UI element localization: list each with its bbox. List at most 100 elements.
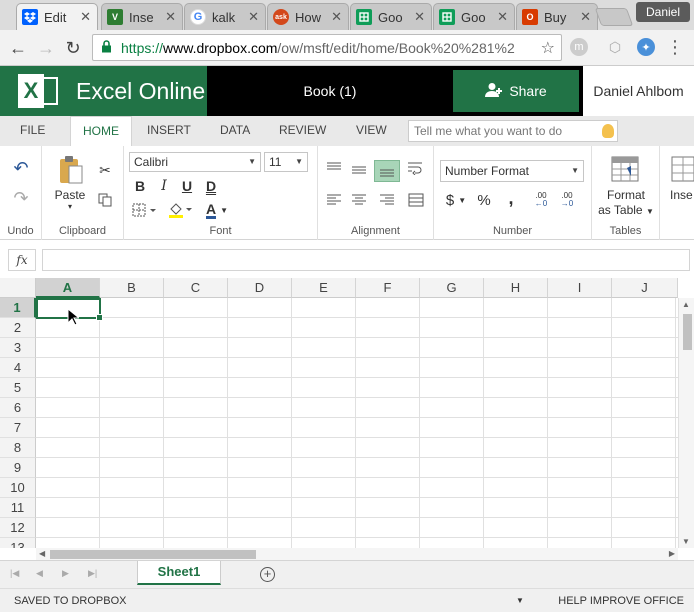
row-header[interactable]: 7 — [0, 418, 36, 438]
row-header[interactable]: 3 — [0, 338, 36, 358]
sheet-tab[interactable]: Sheet1 — [137, 561, 221, 585]
column-header[interactable]: J — [612, 278, 678, 298]
insert-button-label[interactable]: Inse — [670, 188, 694, 202]
increase-decimal-button[interactable]: .00 ←0 — [528, 190, 554, 210]
tab-insert[interactable]: INSERT — [135, 116, 203, 146]
first-sheet-icon[interactable]: |◀ — [10, 568, 19, 579]
underline-button[interactable]: U — [177, 176, 197, 196]
scroll-up-icon[interactable]: ▲ — [682, 300, 690, 309]
reload-icon[interactable]: ↻ — [63, 38, 83, 58]
horizontal-scrollbar[interactable]: ◀ ▶ — [36, 548, 678, 560]
browser-tab-kalk[interactable]: G kalk ✕ — [184, 3, 266, 30]
row-header[interactable]: 1 — [0, 298, 36, 318]
format-as-table-button[interactable]: as Table ▼ — [594, 203, 658, 217]
undo-icon[interactable]: ↶ — [11, 158, 31, 178]
help-improve-office-link[interactable]: HELP IMPROVE OFFICE — [558, 595, 684, 607]
paste-icon[interactable] — [56, 154, 86, 186]
browser-tab-goo-1[interactable]: Goo ✕ — [350, 3, 432, 30]
close-tab-icon[interactable]: ✕ — [165, 9, 176, 25]
currency-format-button[interactable]: $ ▼ — [442, 190, 470, 210]
dropbox-extension-icon[interactable]: ⬡ — [606, 38, 624, 56]
profile-button[interactable]: Daniel — [636, 2, 690, 22]
bookmark-star-icon[interactable]: ☆ — [541, 38, 555, 58]
last-sheet-icon[interactable]: ▶| — [88, 568, 97, 579]
share-button[interactable]: Share — [453, 70, 579, 112]
tab-home[interactable]: HOME — [70, 116, 132, 147]
close-tab-icon[interactable]: ✕ — [248, 9, 259, 25]
copy-icon[interactable] — [95, 190, 115, 210]
next-sheet-icon[interactable]: ▶ — [62, 568, 69, 579]
font-color-icon[interactable]: A ▼ — [202, 200, 232, 220]
document-title[interactable]: Book (1) — [207, 66, 453, 116]
row-header[interactable]: 2 — [0, 318, 36, 338]
font-size-select[interactable]: 11 ▼ — [264, 152, 308, 172]
vertical-scrollbar[interactable]: ▲ ▼ — [678, 298, 694, 548]
cell-area[interactable] — [36, 298, 678, 548]
select-all-corner[interactable] — [0, 278, 36, 298]
close-tab-icon[interactable]: ✕ — [331, 9, 342, 25]
align-right-icon[interactable] — [377, 190, 397, 210]
chevron-down-icon[interactable]: ▼ — [516, 596, 524, 605]
insert-cells-icon[interactable] — [670, 154, 694, 184]
align-top-icon[interactable] — [324, 158, 344, 178]
add-sheet-icon[interactable]: + — [260, 567, 275, 582]
browser-tab-buy[interactable]: O Buy ✕ — [516, 3, 598, 30]
column-header[interactable]: G — [420, 278, 484, 298]
browser-tab-goo-2[interactable]: Goo ✕ — [433, 3, 515, 30]
browser-tab-inse[interactable]: V Inse ✕ — [101, 3, 183, 30]
close-tab-icon[interactable]: ✕ — [497, 9, 508, 25]
number-format-select[interactable]: Number Format ▼ — [440, 160, 584, 182]
redo-icon[interactable]: ↷ — [11, 188, 31, 208]
forward-arrow-icon[interactable]: → — [36, 38, 56, 58]
decrease-decimal-button[interactable]: .00 →0 — [554, 190, 580, 210]
row-header[interactable]: 6 — [0, 398, 36, 418]
align-middle-icon[interactable] — [349, 160, 369, 180]
column-header[interactable]: B — [100, 278, 164, 298]
browser-menu-icon[interactable]: ⋮ — [666, 36, 684, 58]
wrap-text-icon[interactable] — [406, 158, 426, 178]
double-underline-button[interactable]: D — [201, 176, 221, 196]
column-header[interactable]: H — [484, 278, 548, 298]
align-center-icon[interactable] — [349, 190, 369, 210]
prev-sheet-icon[interactable]: ◀ — [36, 568, 43, 579]
borders-icon[interactable] — [130, 200, 160, 220]
address-bar[interactable]: https://www.dropbox.com/ow/msft/edit/hom… — [92, 34, 562, 61]
new-tab-button[interactable] — [594, 8, 634, 26]
row-header[interactable]: 8 — [0, 438, 36, 458]
tab-data[interactable]: DATA — [208, 116, 262, 146]
cut-icon[interactable]: ✂ — [95, 160, 115, 180]
tell-me-search-input[interactable]: Tell me what you want to do — [408, 120, 618, 142]
format-as-table-icon[interactable] — [610, 154, 640, 184]
paste-dropdown-icon[interactable]: ▾ — [62, 202, 78, 211]
comma-format-button[interactable]: , — [501, 188, 521, 208]
tab-view[interactable]: VIEW — [344, 116, 399, 146]
row-header[interactable]: 5 — [0, 378, 36, 398]
merge-center-icon[interactable] — [406, 190, 426, 210]
format-as-table-label-1[interactable]: Format — [594, 188, 658, 202]
browser-tab-dropbox-edit[interactable]: Edit ✕ — [16, 3, 98, 30]
column-header[interactable]: D — [228, 278, 292, 298]
column-header[interactable]: C — [164, 278, 228, 298]
column-header[interactable]: E — [292, 278, 356, 298]
close-tab-icon[interactable]: ✕ — [580, 9, 591, 25]
paste-button-label[interactable]: Paste — [52, 188, 88, 202]
row-header[interactable]: 13 — [0, 538, 36, 548]
row-header[interactable]: 4 — [0, 358, 36, 378]
back-arrow-icon[interactable]: ← — [8, 38, 28, 58]
row-header[interactable]: 9 — [0, 458, 36, 478]
close-tab-icon[interactable]: ✕ — [414, 9, 425, 25]
user-name[interactable]: Daniel Ahlbom — [583, 66, 694, 116]
italic-button[interactable]: I — [154, 176, 174, 196]
column-header[interactable]: F — [356, 278, 420, 298]
extension-m-icon[interactable]: m — [570, 38, 588, 56]
function-icon[interactable]: fx — [8, 249, 36, 271]
scroll-down-icon[interactable]: ▼ — [682, 537, 690, 546]
tab-review[interactable]: REVIEW — [267, 116, 338, 146]
column-header[interactable]: I — [548, 278, 612, 298]
column-header[interactable]: A — [36, 278, 100, 298]
align-bottom-icon[interactable] — [374, 160, 400, 182]
percent-format-button[interactable]: % — [474, 190, 494, 210]
tab-file[interactable]: FILE — [8, 116, 57, 146]
scroll-left-icon[interactable]: ◀ — [39, 549, 45, 558]
vertical-scroll-thumb[interactable] — [683, 314, 692, 350]
